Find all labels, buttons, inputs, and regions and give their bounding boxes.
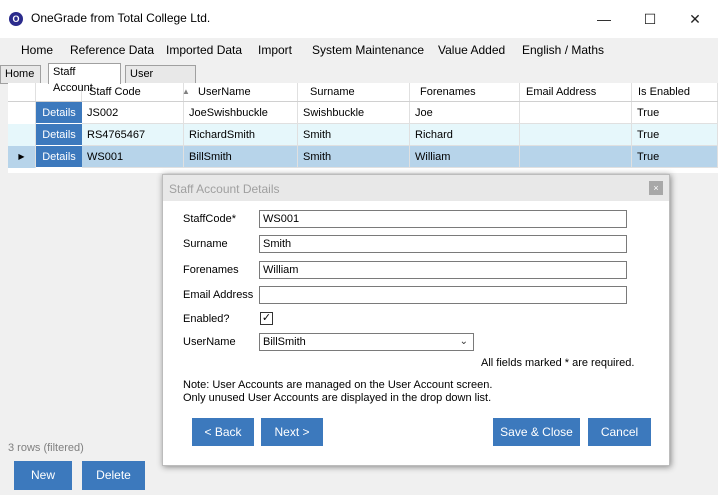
dialog-title-bar: Staff Account Details ×: [163, 175, 669, 201]
required-fields-note: All fields marked * are required.: [481, 357, 635, 369]
tab-staff-account[interactable]: Staff Account: [48, 63, 121, 94]
cell-username: BillSmith: [184, 146, 298, 168]
column-header-staff-code[interactable]: Staff Code: [82, 83, 184, 101]
title-bar: O OneGrade from Total College Ltd. — ☐ ✕: [0, 0, 718, 38]
menu-english-maths[interactable]: English / Maths: [522, 43, 604, 57]
forenames-input[interactable]: William: [259, 261, 627, 279]
username-dropdown[interactable]: BillSmith ⌄: [259, 333, 474, 351]
minimize-button[interactable]: —: [581, 6, 627, 32]
onegrade-logo-icon: O: [9, 12, 23, 26]
cell-email: [520, 146, 632, 168]
surname-input[interactable]: Smith: [259, 235, 627, 253]
cell-email: [520, 102, 632, 124]
cell-surname: Smith: [298, 124, 410, 146]
maximize-button[interactable]: ☐: [627, 6, 673, 32]
username-label: UserName: [183, 336, 236, 348]
cell-email: [520, 124, 632, 146]
current-row-indicator-icon[interactable]: ▶: [8, 146, 36, 168]
column-header-surname[interactable]: Surname: [298, 83, 410, 101]
row-selector[interactable]: [8, 124, 36, 146]
staff-account-details-dialog: Staff Account Details × StaffCode* WS001…: [162, 174, 670, 466]
cell-username: RichardSmith: [184, 124, 298, 146]
note-line-2: Only unused User Accounts are displayed …: [183, 392, 492, 404]
column-header-is-enabled[interactable]: Is Enabled: [632, 83, 718, 101]
row-selector[interactable]: [8, 102, 36, 124]
column-header-forenames[interactable]: Forenames: [410, 83, 520, 101]
tab-strip: Home Staff Account User Account: [0, 62, 718, 96]
cell-surname: Swishbuckle: [298, 102, 410, 124]
username-dropdown-value: BillSmith: [263, 336, 306, 348]
window-title: OneGrade from Total College Ltd.: [31, 11, 211, 25]
dialog-close-icon[interactable]: ×: [649, 181, 663, 195]
staff-code-input[interactable]: WS001: [259, 210, 627, 228]
enabled-label: Enabled?: [183, 313, 230, 325]
details-button[interactable]: Details: [36, 146, 82, 168]
menu-home[interactable]: Home: [21, 43, 53, 57]
tab-user-account[interactable]: User Account: [125, 65, 196, 96]
save-and-close-button[interactable]: Save & Close: [493, 418, 580, 446]
column-header-username-label: UserName: [198, 86, 251, 98]
tab-home[interactable]: Home: [0, 65, 41, 83]
cell-is-enabled: True: [632, 124, 718, 146]
cell-staff-code: RS4765467: [82, 124, 184, 146]
details-button[interactable]: Details: [36, 102, 82, 124]
cell-is-enabled: True: [632, 102, 718, 124]
dialog-title: Staff Account Details: [169, 182, 280, 196]
cell-surname: Smith: [298, 146, 410, 168]
surname-label: Surname: [183, 238, 228, 250]
email-address-label: Email Address: [183, 289, 254, 301]
staff-accounts-grid: Staff Code ▲ UserName Surname Forenames …: [8, 83, 718, 173]
row-selector-header: [8, 83, 36, 101]
cell-username: JoeSwishbuckle: [184, 102, 298, 124]
grid-header: Staff Code ▲ UserName Surname Forenames …: [8, 83, 718, 102]
row-count-label: 3 rows (filtered): [8, 442, 84, 454]
cell-forenames: Richard: [410, 124, 520, 146]
next-button[interactable]: Next >: [261, 418, 323, 446]
menu-import[interactable]: Import: [258, 43, 292, 57]
delete-button[interactable]: Delete: [82, 461, 145, 490]
cell-forenames: Joe: [410, 102, 520, 124]
cell-is-enabled: True: [632, 146, 718, 168]
menu-bar: Home Reference Data Imported Data Import…: [0, 38, 718, 62]
cell-forenames: William: [410, 146, 520, 168]
new-button[interactable]: New: [14, 461, 72, 490]
back-button[interactable]: < Back: [192, 418, 254, 446]
chevron-down-icon: ⌄: [459, 336, 468, 347]
details-button[interactable]: Details: [36, 124, 82, 146]
menu-reference-data[interactable]: Reference Data: [70, 43, 154, 57]
forenames-label: Forenames: [183, 264, 239, 276]
table-row[interactable]: Details RS4765467 RichardSmith Smith Ric…: [8, 124, 718, 146]
cancel-button[interactable]: Cancel: [588, 418, 651, 446]
sort-ascending-icon: ▲: [182, 87, 190, 96]
menu-imported-data[interactable]: Imported Data: [166, 43, 242, 57]
menu-system-maintenance[interactable]: System Maintenance: [312, 43, 424, 57]
cell-staff-code: WS001: [82, 146, 184, 168]
table-row[interactable]: ▶ Details WS001 BillSmith Smith William …: [8, 146, 718, 168]
column-header-username[interactable]: ▲ UserName: [182, 83, 298, 101]
staff-code-label: StaffCode*: [183, 213, 237, 225]
table-row[interactable]: Details JS002 JoeSwishbuckle Swishbuckle…: [8, 102, 718, 124]
enabled-checkbox[interactable]: ✓: [260, 312, 273, 325]
column-header-email-address[interactable]: Email Address: [520, 83, 632, 101]
note-line-1: Note: User Accounts are managed on the U…: [183, 379, 493, 391]
cell-staff-code: JS002: [82, 102, 184, 124]
menu-value-added[interactable]: Value Added: [438, 43, 505, 57]
email-address-input[interactable]: [259, 286, 627, 304]
close-button[interactable]: ✕: [672, 6, 718, 32]
